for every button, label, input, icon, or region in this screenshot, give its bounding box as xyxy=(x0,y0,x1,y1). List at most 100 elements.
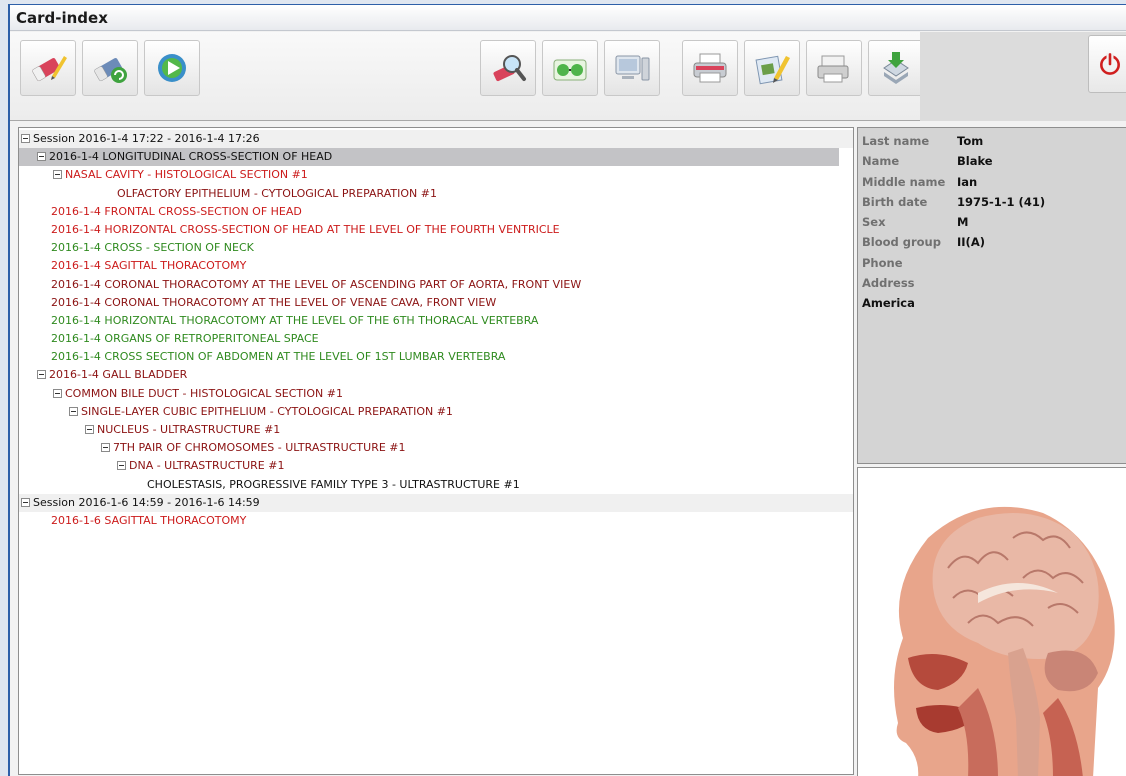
display-button[interactable] xyxy=(604,40,660,96)
glasses-view-icon xyxy=(553,59,587,81)
toolbar xyxy=(10,32,924,121)
eraser-edit-button[interactable] xyxy=(20,40,76,96)
tree-row[interactable]: 2016-1-4 ORGANS OF RETROPERITONEAL SPACE xyxy=(19,330,853,348)
power-exit-icon xyxy=(1100,52,1120,75)
session-tree[interactable]: Session 2016-1-4 17:22 - 2016-1-4 17:26 2… xyxy=(18,127,854,775)
play-forward-icon xyxy=(158,54,186,82)
patient-info-value: II(A) xyxy=(957,235,985,250)
tree-row-label: 2016-1-4 ORGANS OF RETROPERITONEAL SPACE xyxy=(51,332,319,346)
tree-row[interactable]: NASAL CAVITY - HISTOLOGICAL SECTION #1 xyxy=(19,166,853,184)
tree-row-label: 2016-1-4 SAGITTAL THORACOTOMY xyxy=(51,259,247,273)
tree-collapse-toggle-icon[interactable] xyxy=(37,152,46,162)
tree-collapse-toggle-icon[interactable] xyxy=(101,443,110,453)
tree-row-label: CHOLESTASIS, PROGRESSIVE FAMILY TYPE 3 -… xyxy=(147,477,520,491)
patient-info-row: Name Blake xyxy=(862,154,1126,174)
patient-info-label: Last name xyxy=(862,134,930,148)
tree-row[interactable]: 2016-1-4 FRONTAL CROSS-SECTION OF HEAD xyxy=(19,203,853,221)
patient-info-label: Blood group xyxy=(862,235,941,250)
patient-info-value: 1975-1-1 (41) xyxy=(957,194,1046,209)
tree-session-row[interactable]: Session 2016-1-4 17:22 - 2016-1-4 17:26 xyxy=(19,130,853,149)
tree-row[interactable]: SINGLE-LAYER CUBIC EPITHELIUM - CYTOLOGI… xyxy=(19,403,853,421)
tree-session-row[interactable]: Session 2016-1-6 14:59 - 2016-1-6 14:59 xyxy=(19,493,853,512)
tree-row[interactable]: 7TH PAIR OF CHROMOSOMES - ULTRASTRUCTURE… xyxy=(19,439,853,457)
window-title: Card-index xyxy=(10,5,1126,31)
tree-row-label: 7TH PAIR OF CHROMOSOMES - ULTRASTRUCTURE… xyxy=(113,441,406,455)
tree-row[interactable]: 2016-1-4 HORIZONTAL CROSS-SECTION OF HEA… xyxy=(19,221,853,239)
tree-row-label: 2016-1-4 HORIZONTAL THORACOTOMY AT THE L… xyxy=(51,313,539,327)
tree-collapse-toggle-icon[interactable] xyxy=(37,370,46,380)
patient-info-value: M xyxy=(957,215,969,230)
tree-collapse-toggle-icon[interactable] xyxy=(85,425,94,434)
tree-row-label: 2016-1-4 CORONAL THORACOTOMY AT THE LEVE… xyxy=(51,277,582,291)
tree-row[interactable]: DNA - ULTRASTRUCTURE #1 xyxy=(19,457,853,475)
tree-row[interactable]: 2016-1-4 HORIZONTAL THORACOTOMY AT THE L… xyxy=(19,312,853,330)
search-button[interactable] xyxy=(480,40,536,96)
patient-info-label: Middle name xyxy=(862,174,946,189)
eraser-edit-icon xyxy=(32,56,67,82)
tree-collapse-toggle-icon[interactable] xyxy=(69,406,78,416)
edit-report-button[interactable] xyxy=(744,40,800,96)
patient-info-row: Middle name Ian xyxy=(862,175,1126,195)
tree-row[interactable]: COMMON BILE DUCT - HISTOLOGICAL SECTION … xyxy=(19,385,853,403)
tree-row-label: 2016-1-4 CROSS - SECTION OF NECK xyxy=(51,241,254,255)
tree-row-label: Session 2016-1-4 17:22 - 2016-1-4 17:26 xyxy=(33,132,260,145)
tree-row-label: 2016-1-4 GALL BLADDER xyxy=(49,368,188,382)
patient-info-value: Tom xyxy=(957,134,984,148)
patient-info-value: Ian xyxy=(957,174,978,189)
patient-info-label: Sex xyxy=(862,215,886,230)
patient-info-row: Address xyxy=(862,276,1126,296)
tree-row[interactable]: 2016-1-4 CROSS - SECTION OF NECK xyxy=(19,239,853,257)
tree-collapse-toggle-icon[interactable] xyxy=(53,170,62,180)
patient-info-label: Address xyxy=(862,276,915,291)
patient-info-label: Birth date xyxy=(862,194,928,209)
patient-info-row: Phone xyxy=(862,256,1126,276)
tree-row[interactable]: OLFACTORY EPITHELIUM - CYTOLOGICAL PREPA… xyxy=(19,185,853,203)
tree-collapse-toggle-icon[interactable] xyxy=(117,461,126,471)
magnifier-search-icon xyxy=(493,55,526,82)
head-sagittal-section-image xyxy=(894,506,1115,776)
tree-row[interactable]: 2016-1-4 CORONAL THORACOTOMY AT THE LEVE… xyxy=(19,276,853,294)
tree-collapse-toggle-icon[interactable] xyxy=(21,134,30,143)
patient-info-row: Birth date 1975-1-1 (41) xyxy=(862,195,1126,215)
patient-info-label: Phone xyxy=(862,255,903,270)
tree-row-label: NUCLEUS - ULTRASTRUCTURE #1 xyxy=(97,423,281,436)
patient-info-panel: Last name Tom Name Blake Middle name Ian Birth… xyxy=(857,127,1126,464)
tree-row-label: NASAL CAVITY - HISTOLOGICAL SECTION #1 xyxy=(65,168,308,182)
tree-row[interactable]: 2016-1-4 GALL BLADDER xyxy=(19,366,853,384)
anatomy-image-panel xyxy=(857,467,1126,776)
tree-row[interactable]: NUCLEUS - ULTRASTRUCTURE #1 xyxy=(19,421,853,439)
view-button[interactable] xyxy=(542,40,598,96)
play-forward-button[interactable] xyxy=(144,40,200,96)
tree-collapse-toggle-icon[interactable] xyxy=(53,388,62,398)
tree-row[interactable]: 2016-1-4 SAGITTAL THORACOTOMY xyxy=(19,257,853,275)
download-export-icon xyxy=(883,52,909,84)
tree-row[interactable]: 2016-1-6 SAGITTAL THORACOTOMY xyxy=(19,512,853,530)
patient-info-row: Blood group II(A) xyxy=(862,235,1126,255)
tree-row-label: Session 2016-1-6 14:59 - 2016-1-6 14:59 xyxy=(33,495,260,509)
tree-row[interactable]: 2016-1-4 CROSS SECTION OF ABDOMEN AT THE… xyxy=(19,348,853,366)
eraser-refresh-button[interactable] xyxy=(82,40,138,96)
tree-collapse-toggle-icon[interactable] xyxy=(21,497,30,507)
tree-row[interactable]: 2016-1-4 LONGITUDINAL CROSS-SECTION OF H… xyxy=(19,148,839,167)
tree-row-label: OLFACTORY EPITHELIUM - CYTOLOGICAL PREPA… xyxy=(117,186,437,200)
tree-row-label: 2016-1-4 HORIZONTAL CROSS-SECTION OF HEA… xyxy=(51,222,560,236)
tree-row-label: 2016-1-4 FRONTAL CROSS-SECTION OF HEAD xyxy=(51,204,302,218)
export-button[interactable] xyxy=(868,40,924,96)
tree-row[interactable]: 2016-1-4 CORONAL THORACOTOMY AT THE LEVE… xyxy=(19,294,853,312)
patient-info-label: Name xyxy=(862,154,900,169)
eraser-refresh-icon xyxy=(94,58,127,83)
print-preview-button[interactable] xyxy=(806,40,862,96)
tree-row-label: 2016-1-4 CROSS SECTION OF ABDOMEN AT THE… xyxy=(51,350,506,364)
print-preview-icon xyxy=(817,55,849,83)
printer-icon xyxy=(693,53,727,83)
patient-info-value: Blake xyxy=(957,154,993,169)
tree-row-label: DNA - ULTRASTRUCTURE #1 xyxy=(129,459,285,473)
tree-row-label: 2016-1-6 SAGITTAL THORACOTOMY xyxy=(51,513,247,527)
tree-row-label: 2016-1-4 CORONAL THORACOTOMY AT THE LEVE… xyxy=(51,295,497,309)
patient-info-row: Sex M xyxy=(862,215,1126,235)
patient-country: America xyxy=(862,296,915,311)
exit-button[interactable] xyxy=(1088,35,1126,93)
tree-row-label: SINGLE-LAYER CUBIC EPITHELIUM - CYTOLOGI… xyxy=(81,404,453,418)
print-button[interactable] xyxy=(682,40,738,96)
tree-row[interactable]: CHOLESTASIS, PROGRESSIVE FAMILY TYPE 3 -… xyxy=(19,476,853,494)
